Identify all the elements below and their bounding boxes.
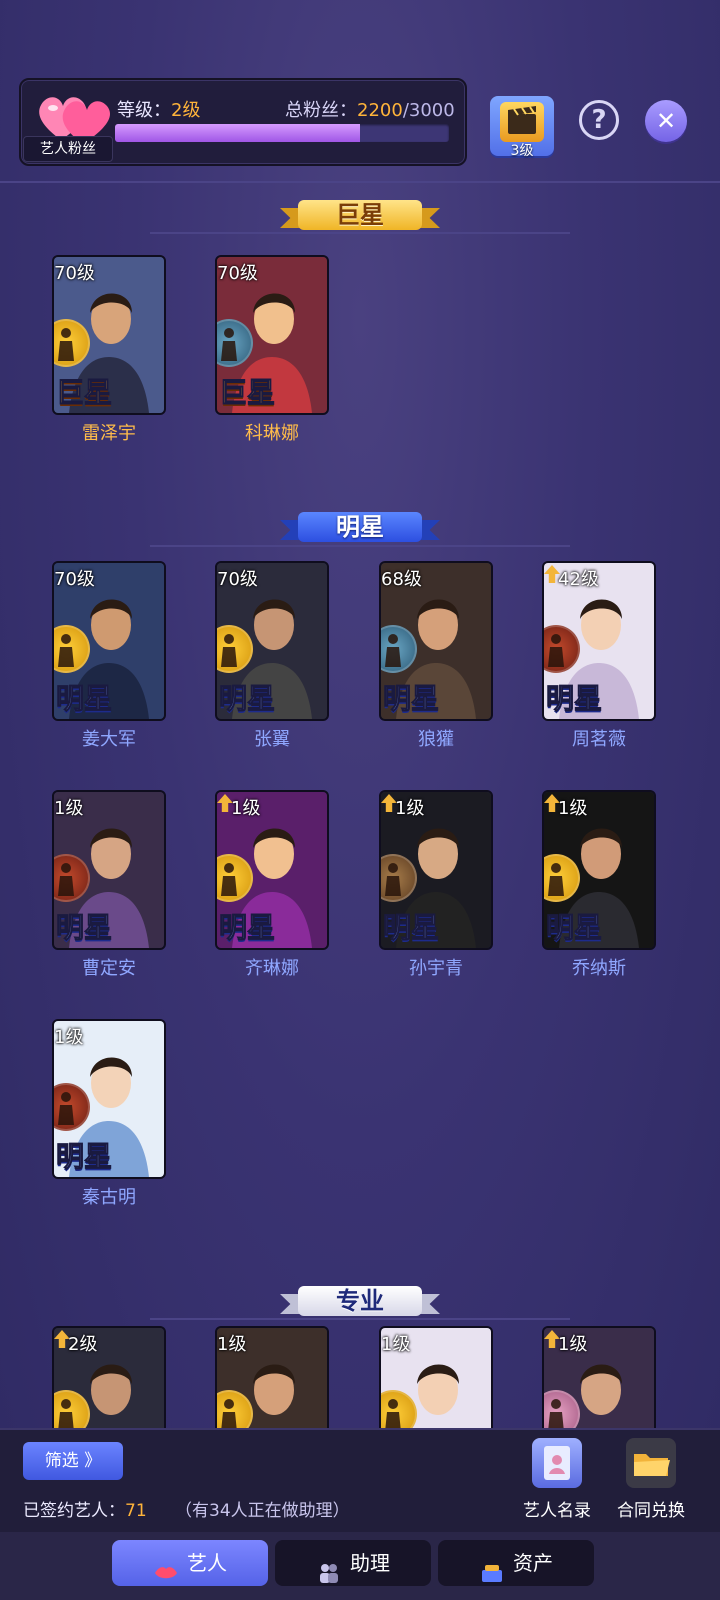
artist-rank: 明星 [545, 682, 603, 715]
artist-name: 乔纳斯 [572, 958, 626, 979]
artist-card[interactable]: 42级明星 [542, 561, 656, 721]
artist-directory-button[interactable]: 艺人名录 [512, 1438, 602, 1521]
section-title-star: 明星 [298, 512, 422, 542]
artist-name: 科琳娜 [245, 423, 299, 444]
film-level-label: 3级 [510, 143, 534, 159]
artist-level: 1级 [231, 798, 261, 819]
tab-artists-label: 艺人 [187, 1551, 227, 1575]
artist-name: 秦古明 [82, 1187, 136, 1208]
artist-name: 雷泽宇 [82, 423, 136, 444]
artist-card[interactable]: 1级明星 [52, 1019, 166, 1179]
artist-level: 1级 [558, 1334, 588, 1355]
exchange-label: 合同兑换 [617, 1501, 685, 1521]
signed-count: 71 [125, 1501, 147, 1521]
artist-card[interactable]: 70级明星 [52, 561, 166, 721]
clapperboard-icon [500, 102, 544, 142]
section-banner-star: 明星 [280, 508, 440, 546]
signed-artists: 已签约艺人：71 [23, 1496, 147, 1521]
artist-rank: 明星 [55, 682, 113, 715]
fans-total: /3000 [402, 100, 455, 121]
fans-label: 总粉丝： [285, 100, 357, 121]
artist-level: 42级 [558, 569, 599, 590]
artist-card[interactable]: 1级明星 [215, 790, 329, 950]
artist-name: 齐琳娜 [245, 958, 299, 979]
tab-assistants[interactable]: 助理 [275, 1540, 431, 1586]
artist-rank: 明星 [545, 911, 603, 944]
level-value: 2级 [171, 100, 201, 121]
fans-text: 总粉丝：2200/3000 [285, 96, 455, 122]
artist-name: 曹定安 [82, 958, 136, 979]
fan-badge: 艺人粉丝 [23, 136, 113, 162]
artist-level: 68级 [381, 569, 422, 590]
signed-label: 已签约艺人： [23, 1501, 125, 1521]
folder-icon [626, 1438, 676, 1488]
assistants-icon [316, 1554, 342, 1583]
artist-level: 1级 [217, 1334, 247, 1355]
artist-level: 70级 [217, 569, 258, 590]
artist-level: 1级 [395, 798, 425, 819]
filter-button[interactable]: 筛选 》 [23, 1442, 123, 1480]
artist-name: 张翼 [254, 729, 290, 750]
artist-card[interactable]: 1级明星 [379, 790, 493, 950]
help-button[interactable]: ? [579, 100, 619, 140]
level-text: 等级：2级 [117, 96, 200, 122]
artist-card[interactable]: 70级明星 [215, 561, 329, 721]
artist-rank: 明星 [382, 682, 440, 715]
artist-card[interactable]: 1级明星 [542, 790, 656, 950]
assistant-note: （有34人正在做助理） [175, 1501, 350, 1521]
artist-card[interactable]: 1级明星 [52, 790, 166, 950]
artist-level: 1级 [54, 1027, 84, 1048]
top-divider [0, 181, 720, 183]
artist-level: 70级 [54, 569, 95, 590]
tab-assistants-label: 助理 [350, 1551, 390, 1575]
artist-name: 姜大军 [82, 729, 136, 750]
tab-artists[interactable]: 艺人 [112, 1540, 268, 1586]
artist-name: 狼獾 [418, 729, 454, 750]
artist-rank: 明星 [55, 1140, 113, 1173]
directory-label: 艺人名录 [523, 1501, 591, 1521]
artist-level: 1级 [381, 1334, 411, 1355]
artist-level: 1级 [558, 798, 588, 819]
film-level-button[interactable]: 3级 [490, 96, 554, 159]
artist-name: 周茗薇 [572, 729, 626, 750]
section-banner-superstar: 巨星 [280, 196, 440, 234]
fan-panel: 艺人粉丝 等级：2级 总粉丝：2200/3000 [19, 78, 467, 166]
section-title-pro: 专业 [298, 1286, 422, 1316]
fans-current: 2200 [357, 100, 403, 121]
artist-card[interactable]: 70级巨星 [215, 255, 329, 415]
artist-rank: 明星 [218, 911, 276, 944]
close-button[interactable]: ✕ [645, 100, 687, 142]
artist-card[interactable]: 68级明星 [379, 561, 493, 721]
fans-progress-bar [115, 124, 449, 142]
artist-rank: 巨星 [218, 376, 276, 409]
lips-icon [153, 1554, 179, 1578]
artist-rank: 巨星 [55, 376, 113, 409]
artist-rank: 明星 [55, 911, 113, 944]
level-label: 等级： [117, 100, 171, 121]
artist-level: 1级 [54, 798, 84, 819]
artist-name: 孙宇青 [409, 958, 463, 979]
section-title-superstar: 巨星 [298, 200, 422, 230]
tab-assets-label: 资产 [513, 1551, 553, 1575]
artist-level: 2级 [68, 1334, 98, 1355]
artist-rank: 明星 [382, 911, 440, 944]
artist-card[interactable]: 70级巨星 [52, 255, 166, 415]
assets-icon [479, 1554, 505, 1582]
directory-book-icon [532, 1438, 582, 1488]
artist-level: 70级 [54, 263, 95, 284]
tab-assets[interactable]: 资产 [438, 1540, 594, 1586]
artist-level: 70级 [217, 263, 258, 284]
artist-rank: 明星 [218, 682, 276, 715]
fans-progress-fill [115, 124, 360, 142]
section-banner-pro: 专业 [280, 1282, 440, 1320]
contract-exchange-button[interactable]: 合同兑换 [606, 1438, 696, 1521]
